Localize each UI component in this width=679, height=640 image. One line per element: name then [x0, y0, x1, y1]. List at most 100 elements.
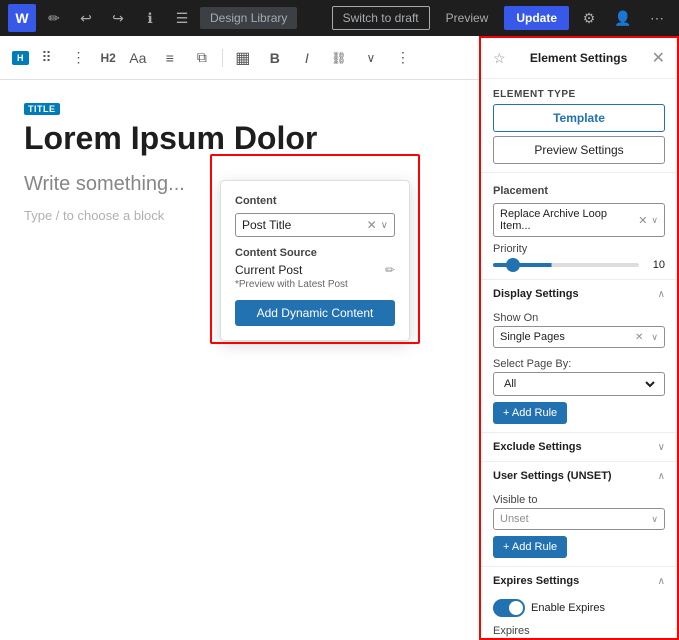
font-size-icon[interactable]: Aa: [124, 44, 152, 72]
h2-label: H2: [97, 51, 120, 65]
toolbar-divider: [222, 49, 223, 67]
design-library-button[interactable]: Design Library: [200, 7, 297, 29]
enable-expires-row: Enable Expires: [481, 595, 677, 621]
editor-area: TITLE Lorem Ipsum Dolor Write something.…: [0, 80, 479, 640]
exclude-settings-label: Exclude Settings: [493, 441, 582, 453]
add-rule-button[interactable]: + Add Rule: [493, 402, 567, 424]
priority-slider[interactable]: [493, 263, 639, 267]
content-select-chevron-icon: ∨: [381, 220, 388, 231]
content-select[interactable]: Post Title ✕ ∨: [235, 213, 395, 237]
add-dynamic-content-button[interactable]: Add Dynamic Content: [235, 300, 395, 326]
more-options-button[interactable]: ∨: [357, 44, 385, 72]
visible-to-value: Unset: [500, 513, 651, 525]
show-on-value: Single Pages: [500, 331, 631, 343]
align-icon[interactable]: ≡: [156, 44, 184, 72]
pencil-icon-button[interactable]: ✏: [40, 4, 68, 32]
select-page-by-field[interactable]: All: [493, 372, 665, 396]
placement-value: Replace Archive Loop Item...: [500, 208, 634, 232]
show-on-field[interactable]: Single Pages ✕ ∨: [493, 326, 665, 348]
exclude-settings-header[interactable]: Exclude Settings ∨: [481, 432, 677, 461]
editor-toolbar: H ⠿ ⋮ H2 Aa ≡ ⧉ ▦ B I ⛓ ∨ ⋮: [0, 36, 479, 80]
visible-to-label: Visible to: [481, 490, 677, 508]
top-bar: W ✏ ↩ ↪ ℹ ☰ Design Library Switch to dra…: [0, 0, 679, 36]
editor-content: TITLE Lorem Ipsum Dolor Write something.…: [0, 80, 479, 243]
divider-1: [481, 172, 677, 173]
placement-clear-icon[interactable]: ✕: [638, 214, 647, 227]
display-settings-header[interactable]: Display Settings ∧: [481, 279, 677, 308]
star-icon[interactable]: ☆: [493, 50, 506, 67]
toggle-knob: [509, 601, 523, 615]
preview-button[interactable]: Preview: [436, 7, 499, 29]
element-type-label: Element Type: [481, 79, 677, 104]
link-button[interactable]: ⛓: [325, 44, 353, 72]
close-panel-icon[interactable]: ✕: [652, 48, 665, 68]
select-page-by-label: Select Page By:: [481, 354, 677, 372]
show-on-label: Show On: [481, 308, 677, 326]
editor-inner: H ⠿ ⋮ H2 Aa ≡ ⧉ ▦ B I ⛓ ∨ ⋮ TITLE Lorem …: [0, 36, 479, 640]
title-badge: TITLE: [24, 103, 60, 115]
main-wrapper: H ⠿ ⋮ H2 Aa ≡ ⧉ ▦ B I ⛓ ∨ ⋮ TITLE Lorem …: [0, 36, 679, 640]
enable-expires-toggle[interactable]: [493, 599, 525, 617]
menu-icon-button[interactable]: ☰: [168, 4, 196, 32]
wp-logo-icon[interactable]: W: [8, 4, 36, 32]
info-button[interactable]: ℹ: [136, 4, 164, 32]
top-bar-right: Switch to draft Preview Update ⚙ 👤 ⋯: [332, 4, 671, 32]
priority-row: 10: [493, 259, 665, 271]
expires-settings-label: Expires Settings: [493, 575, 579, 587]
element-settings-panel: ☆ Element Settings ✕ Element Type Templa…: [479, 36, 679, 640]
select-page-by-select[interactable]: All: [500, 377, 658, 391]
content-select-clear-icon[interactable]: ✕: [367, 218, 377, 232]
show-on-chevron-icon: ∨: [651, 332, 658, 343]
user-icon-button[interactable]: 👤: [609, 4, 637, 32]
expires-settings-header[interactable]: Expires Settings ∧: [481, 566, 677, 595]
user-settings-chevron-icon: ∧: [658, 471, 665, 482]
content-label: Content: [235, 195, 395, 207]
preview-note: *Preview with Latest Post: [235, 279, 395, 290]
undo-button[interactable]: ↩: [72, 4, 100, 32]
user-settings-header[interactable]: User Settings (UNSET) ∧: [481, 461, 677, 490]
source-label: Content Source: [235, 247, 395, 259]
block-type-badge: H: [12, 51, 29, 65]
exclude-chevron-icon: ∨: [658, 442, 665, 453]
kebab-menu-button[interactable]: ⋮: [389, 44, 417, 72]
post-title[interactable]: Lorem Ipsum Dolor: [24, 119, 455, 157]
user-settings-label: User Settings (UNSET): [493, 470, 612, 482]
enable-expires-label: Enable Expires: [531, 602, 605, 614]
panel-header: ☆ Element Settings ✕: [481, 38, 677, 79]
preview-settings-button[interactable]: Preview Settings: [493, 136, 665, 164]
source-row: Current Post ✏: [235, 263, 395, 277]
italic-button[interactable]: I: [293, 44, 321, 72]
drag-handle-icon[interactable]: ⠿: [33, 44, 61, 72]
visible-to-field[interactable]: Unset ∨: [493, 508, 665, 530]
display-settings-label: Display Settings: [493, 288, 579, 300]
plugin-icon-button[interactable]: ⋯: [643, 4, 671, 32]
switch-draft-button[interactable]: Switch to draft: [332, 6, 430, 30]
content-select-value: Post Title: [242, 218, 367, 232]
show-on-clear-icon[interactable]: ✕: [635, 332, 643, 343]
redo-button[interactable]: ↪: [104, 4, 132, 32]
placement-chevron-icon: ∨: [651, 215, 658, 226]
expires-chevron-icon: ∧: [658, 576, 665, 587]
copy-icon[interactable]: ⧉: [188, 44, 216, 72]
template-button[interactable]: Template: [493, 104, 665, 132]
panel-title: Element Settings: [530, 51, 627, 65]
bold-button[interactable]: B: [261, 44, 289, 72]
priority-label: Priority: [493, 243, 665, 255]
move-icon[interactable]: ⋮: [65, 44, 93, 72]
priority-value: 10: [645, 259, 665, 271]
display-settings-chevron-icon: ∧: [658, 289, 665, 300]
visible-to-chevron-icon: ∨: [651, 514, 658, 525]
add-rule-2-button[interactable]: + Add Rule: [493, 536, 567, 558]
pencil-edit-icon[interactable]: ✏: [385, 263, 395, 277]
design-library-label: Design Library: [210, 11, 287, 25]
settings-icon-button[interactable]: ⚙: [575, 4, 603, 32]
block-selector-icon[interactable]: ▦: [229, 44, 257, 72]
placement-label: Placement: [493, 185, 665, 197]
source-value: Current Post: [235, 263, 302, 277]
placement-field[interactable]: Replace Archive Loop Item... ✕ ∨: [493, 203, 665, 237]
expires-label: Expires: [481, 621, 677, 639]
placement-section: Placement Replace Archive Loop Item... ✕…: [481, 177, 677, 279]
dynamic-content-popup: Content Post Title ✕ ∨ Content Source Cu…: [220, 180, 410, 341]
top-bar-left: W ✏ ↩ ↪ ℹ ☰ Design Library: [8, 4, 297, 32]
update-button[interactable]: Update: [504, 6, 569, 30]
